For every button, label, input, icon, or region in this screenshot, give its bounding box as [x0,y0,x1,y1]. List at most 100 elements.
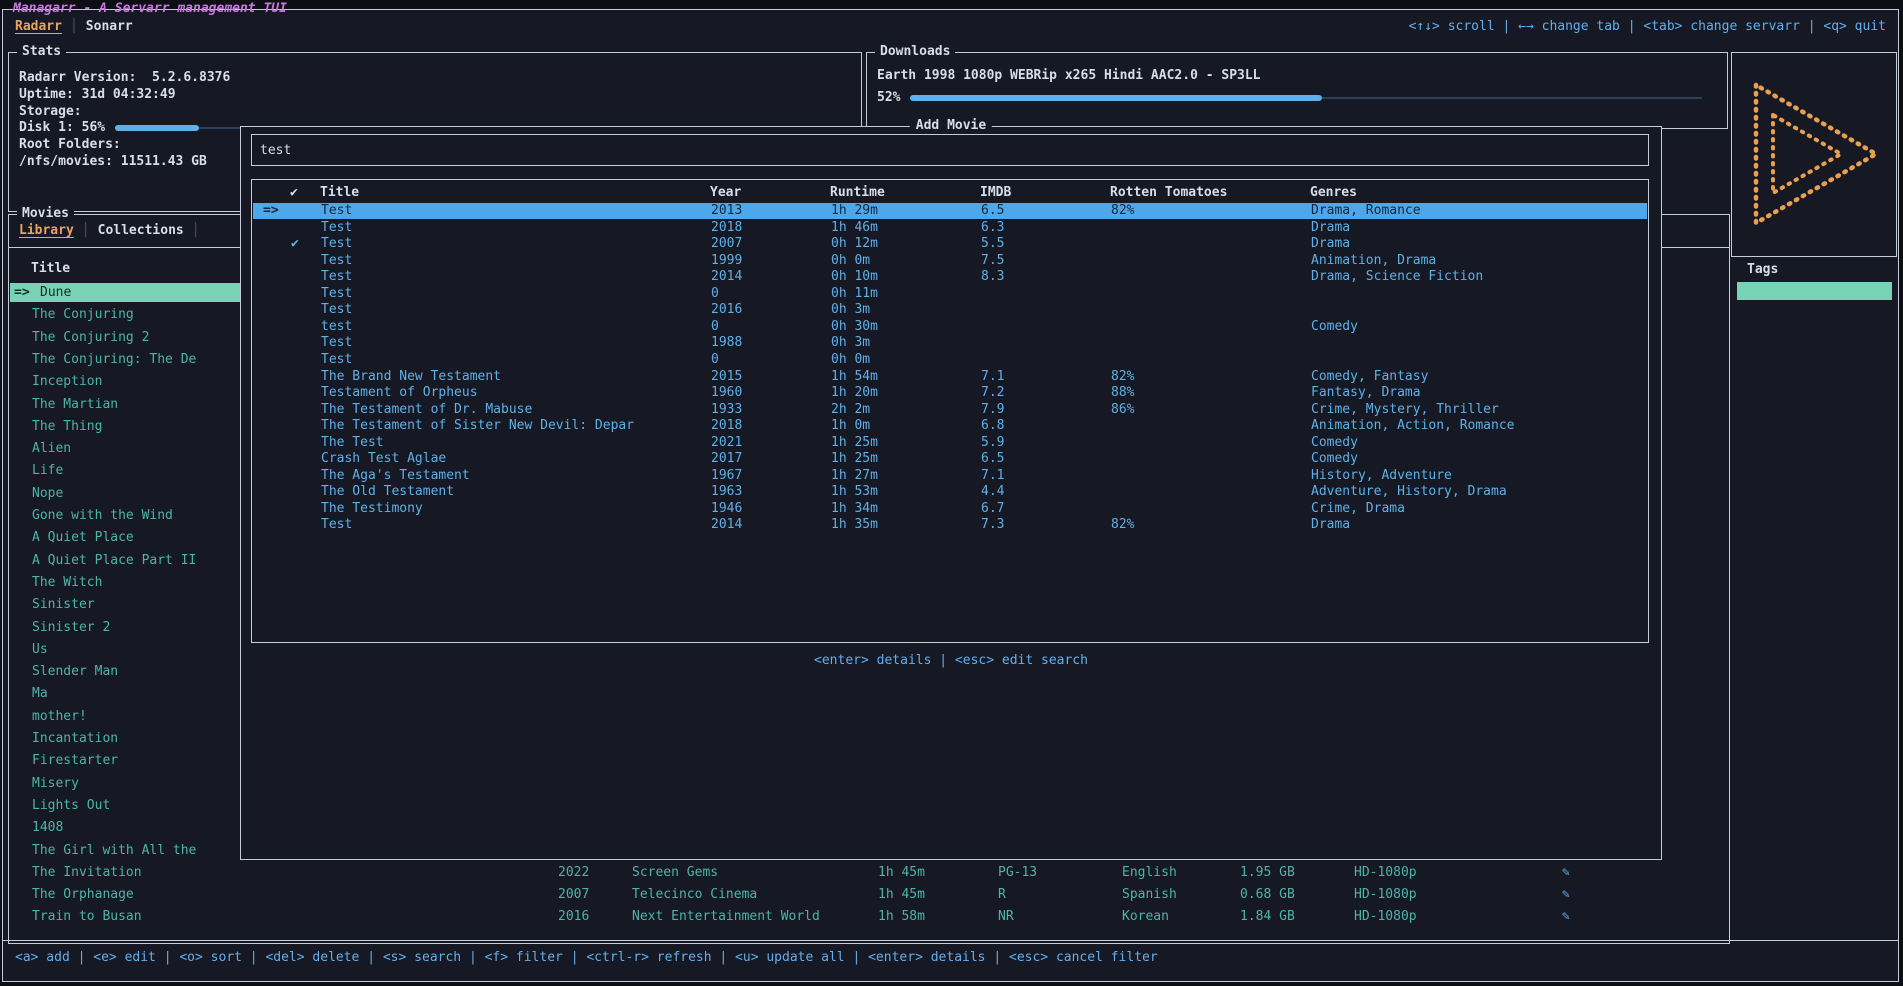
result-row[interactable]: Test20141h 35m7.382%Drama [253,517,1647,533]
result-row[interactable]: Test19990h 0m7.5Animation, Drama [253,253,1647,269]
result-title: The Brand New Testament [321,369,501,385]
result-year: 1933 [711,402,742,418]
result-imdb: 6.8 [981,418,1004,434]
result-genres: Drama, Romance [1311,203,1421,219]
result-title: The Testament of Sister New Devil: Depar [321,418,634,434]
result-row[interactable]: Test19880h 3m [253,335,1647,351]
result-genres: Crime, Mystery, Thriller [1311,402,1499,418]
result-imdb: 6.3 [981,220,1004,236]
movie-title: A Quiet Place [32,528,134,547]
logo-panel [1731,52,1897,257]
tab-separator: │ [62,19,86,34]
result-runtime: 1h 34m [831,501,878,517]
movie-title: 1408 [32,818,63,837]
result-title: The Old Testament [321,484,454,500]
tab-sonarr[interactable]: Sonarr [86,19,133,34]
results-column-year: Year [710,185,741,200]
result-row[interactable]: The Testament of Dr. Mabuse19332h 2m7.98… [253,402,1647,418]
result-row[interactable]: Test20140h 10m8.3Drama, Science Fiction [253,269,1647,285]
movies-column-title: Title [31,261,70,276]
result-runtime: 0h 3m [831,302,870,318]
movie-title: The Conjuring: The De [32,350,196,369]
result-year: 2016 [711,302,742,318]
result-row[interactable]: Test00h 11m [253,286,1647,302]
result-year: 2017 [711,451,742,467]
movie-row[interactable]: The Invitation2022Screen Gems1h 45mPG-13… [10,863,1728,882]
tab-collections[interactable]: Collections [98,223,184,238]
result-row[interactable]: The Testimony19461h 34m6.7Crime, Drama [253,501,1647,517]
results-column-check: ✔ [290,185,298,200]
movie-title: Nope [32,484,63,503]
movie-row[interactable]: The Orphanage2007Telecinco Cinema1h 45mR… [10,885,1728,904]
movie-quality: HD-1080p [1354,885,1417,904]
movie-certification: R [998,885,1006,904]
movie-quality: HD-1080p [1354,863,1417,882]
result-row[interactable]: test00h 30mComedy [253,319,1647,335]
result-row[interactable]: The Test20211h 25m5.9Comedy [253,435,1647,451]
result-genres: Fantasy, Drama [1311,385,1421,401]
result-year: 2018 [711,418,742,434]
result-row[interactable]: Testament of Orpheus19601h 20m7.288%Fant… [253,385,1647,401]
result-runtime: 0h 10m [831,269,878,285]
movie-title: A Quiet Place Part II [32,551,196,570]
download-percent-label: 52% [877,90,900,105]
result-rotten-tomatoes: 82% [1111,369,1134,385]
result-imdb: 7.5 [981,253,1004,269]
movie-size: 1.84 GB [1240,907,1295,926]
result-row[interactable]: The Brand New Testament20151h 54m7.182%C… [253,369,1647,385]
tab-radarr[interactable]: Radarr [15,19,62,34]
result-row[interactable]: Crash Test Aglae20171h 25m6.5Comedy [253,451,1647,467]
result-genres: Drama [1311,220,1350,236]
result-year: 2014 [711,269,742,285]
movie-language: English [1122,863,1177,882]
result-row[interactable]: The Old Testament19631h 53m4.4Adventure,… [253,484,1647,500]
result-runtime: 1h 54m [831,369,878,385]
movie-title: Alien [32,439,71,458]
result-row[interactable]: =>Test20131h 29m6.582%Drama, Romance [253,203,1647,219]
disk-usage-label: Disk 1: 56% [19,120,105,135]
movie-search-input[interactable] [252,135,1648,165]
result-title: Test [321,269,352,285]
search-results-table: ✔ Title Year Runtime IMDB Rotten Tomatoe… [251,179,1649,643]
movie-title: Inception [32,372,102,391]
result-year: 0 [711,319,719,335]
result-row[interactable]: ✔Test20070h 12m5.5Drama [253,236,1647,252]
result-runtime: 1h 27m [831,468,878,484]
result-row[interactable]: The Testament of Sister New Devil: Depar… [253,418,1647,434]
tab-library[interactable]: Library [19,223,74,238]
result-row[interactable]: Test20160h 3m [253,302,1647,318]
movie-runtime: 1h 45m [878,885,925,904]
add-movie-title: Add Movie [910,118,992,133]
movie-title: Dune [40,283,71,302]
movie-studio: Screen Gems [632,863,718,882]
movie-row[interactable]: Train to Busan2016Next Entertainment Wor… [10,907,1728,926]
movie-runtime: 1h 45m [878,863,925,882]
result-genres: Adventure, History, Drama [1311,484,1507,500]
results-column-imdb: IMDB [980,185,1011,200]
stats-panel-title: Stats [17,44,66,59]
result-genres: Comedy [1311,435,1358,451]
footer-keybinds: <a> add | <e> edit | <o> sort | <del> de… [15,950,1158,965]
movie-title: mother! [32,707,87,726]
result-year: 1999 [711,253,742,269]
result-row[interactable]: The Aga's Testament19671h 27m7.1History,… [253,468,1647,484]
result-row[interactable]: Test00h 0m [253,352,1647,368]
result-row[interactable]: Test20181h 46m6.3Drama [253,220,1647,236]
movie-studio: Next Entertainment World [632,907,820,926]
selection-arrow: => [263,203,279,219]
result-runtime: 0h 12m [831,236,878,252]
movie-title: The Invitation [32,863,142,882]
result-year: 2018 [711,220,742,236]
movie-row[interactable]: =>Dune [10,283,244,302]
movie-title: Slender Man [32,662,118,681]
download-progress-line: 52% [877,89,1702,106]
result-rotten-tomatoes: 82% [1111,203,1134,219]
result-genres: Drama, Science Fiction [1311,269,1483,285]
result-year: 1963 [711,484,742,500]
app-window: Managarr - A Servarr management TUI Rada… [2,9,1899,982]
result-imdb: 7.3 [981,517,1004,533]
movie-title: Sinister [32,595,95,614]
download-progress-bar [910,94,1702,102]
movie-title: Us [32,640,48,659]
movie-year: 2016 [558,907,589,926]
